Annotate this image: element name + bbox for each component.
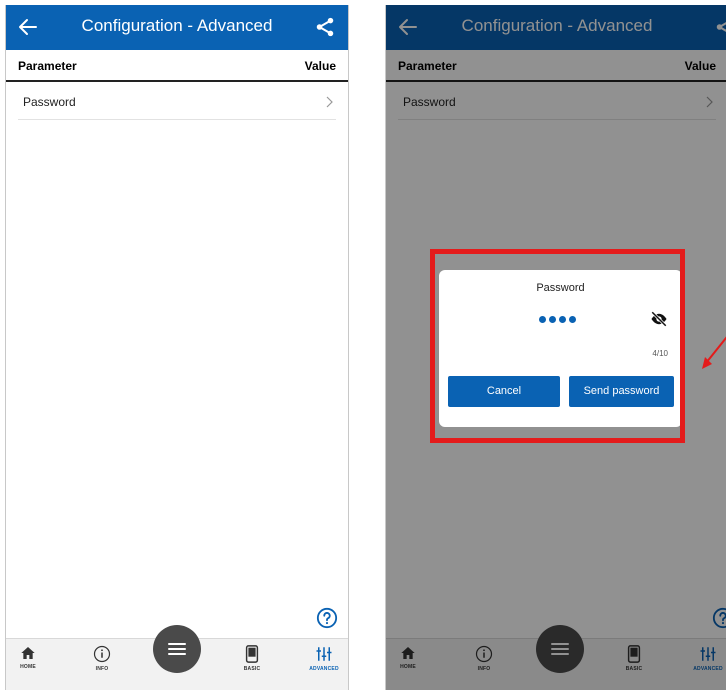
page-title: Configuration - Advanced xyxy=(81,16,273,35)
device-icon xyxy=(245,645,259,663)
list-item-label: Password xyxy=(23,95,76,109)
sliders-icon xyxy=(316,647,332,661)
highlight-box xyxy=(430,249,685,443)
menu-button[interactable] xyxy=(153,625,201,673)
home-icon xyxy=(21,647,35,659)
annotation-arrow-icon xyxy=(702,336,726,369)
table-header: Parameter Value xyxy=(6,50,348,82)
chevron-right-icon xyxy=(326,96,333,108)
nav-home[interactable]: HOME xyxy=(8,645,48,687)
nav-info[interactable]: INFO xyxy=(82,645,122,687)
nav-basic-label: BASIC xyxy=(243,666,261,672)
list-item-password[interactable]: Password xyxy=(18,85,336,120)
column-header-value: Value xyxy=(304,59,336,73)
nav-advanced[interactable]: ADVANCED xyxy=(304,645,344,687)
nav-basic[interactable]: BASIC xyxy=(232,645,272,687)
nav-advanced-label: ADVANCED xyxy=(309,666,339,672)
phone-screen-left: Configuration - Advanced Parameter Value… xyxy=(5,5,349,690)
info-icon xyxy=(93,645,111,663)
nav-home-label: HOME xyxy=(20,664,36,670)
app-bar: Configuration - Advanced xyxy=(6,5,348,50)
bottom-navigation: HOME INFO BASIC ADVANCED xyxy=(6,625,348,690)
share-icon[interactable] xyxy=(314,16,336,38)
column-header-parameter: Parameter xyxy=(18,59,77,73)
help-icon[interactable] xyxy=(316,607,338,629)
nav-info-label: INFO xyxy=(95,666,109,672)
